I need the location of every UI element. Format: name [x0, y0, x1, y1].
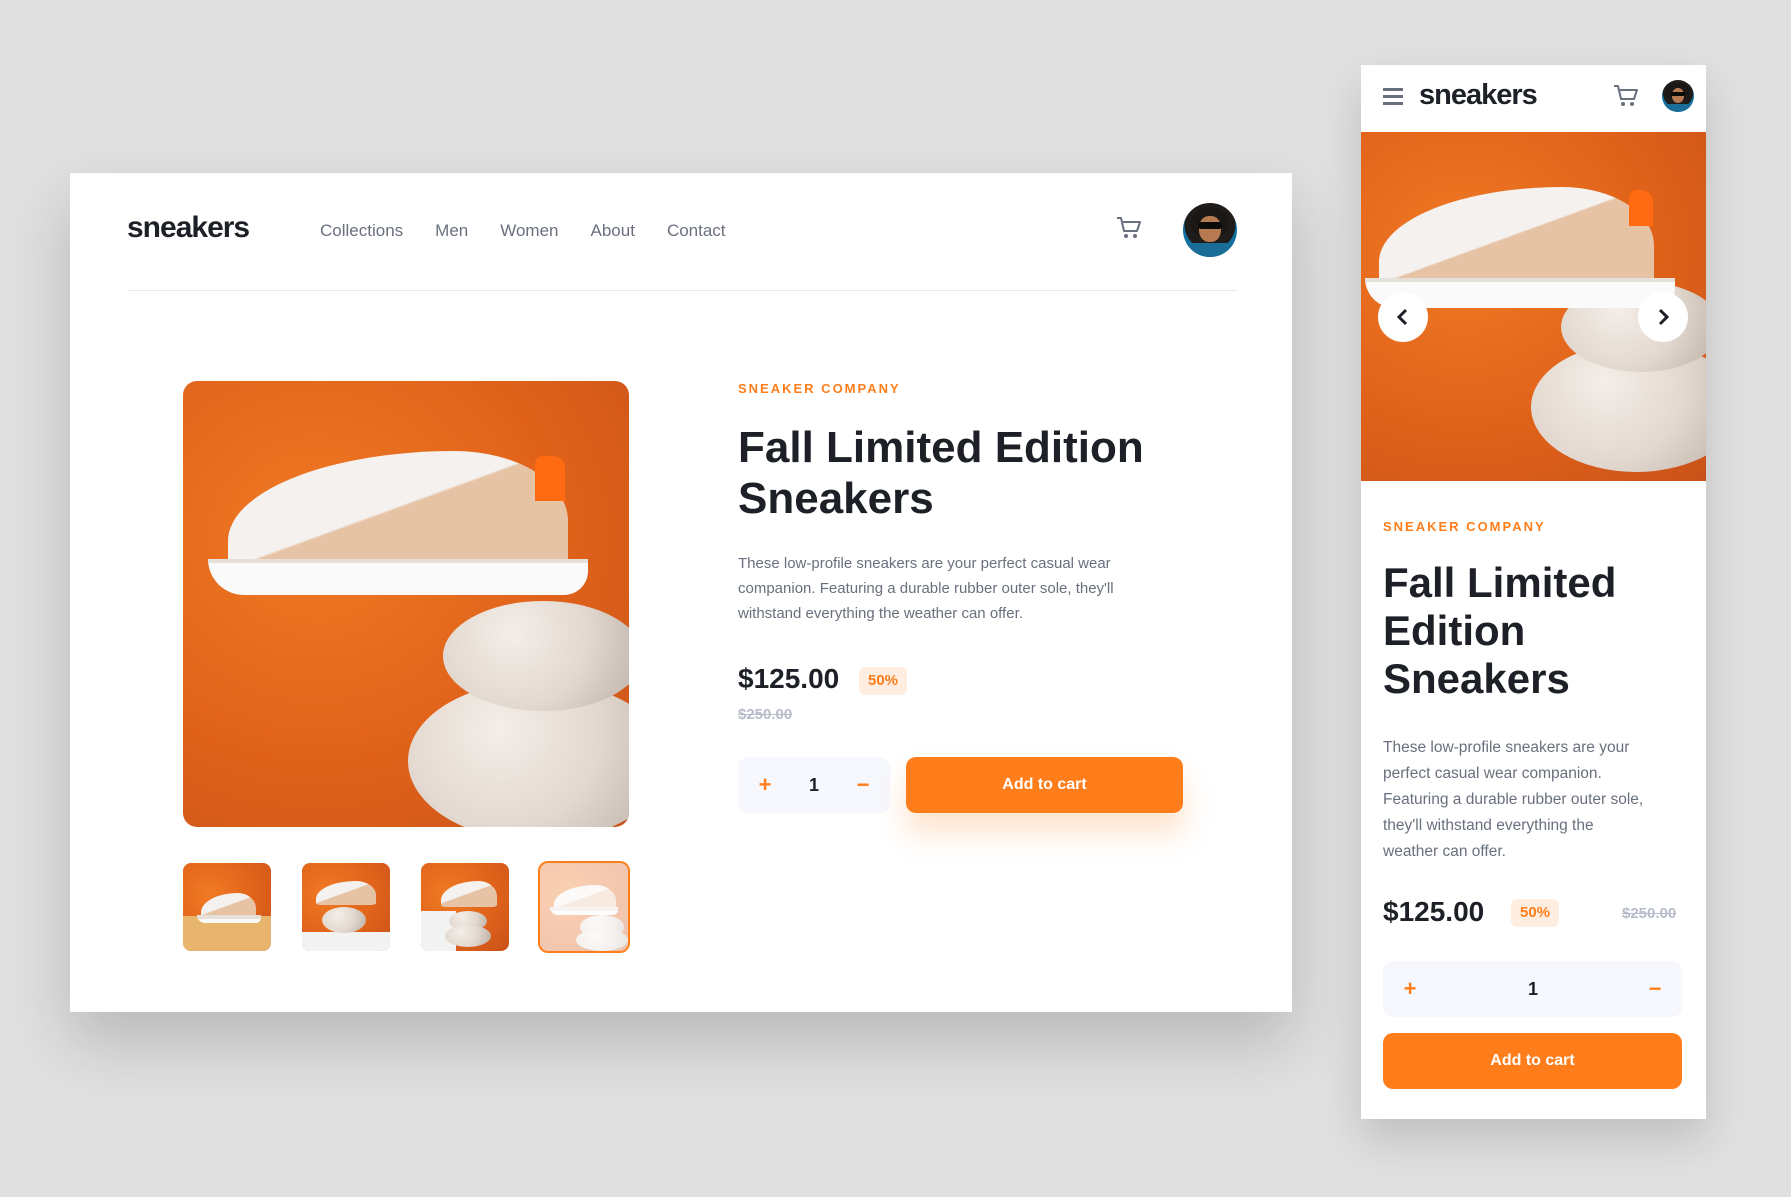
description-line: companion. Featuring a durable rubber ou… — [738, 579, 1114, 597]
shoe-sole — [208, 559, 588, 595]
discount-badge: 50% — [859, 667, 907, 695]
description-line: they'll withstand everything the — [1383, 817, 1594, 834]
stone-small — [443, 601, 629, 711]
thumbnail-1[interactable] — [183, 863, 271, 951]
cart-icon[interactable] — [1613, 84, 1639, 108]
thumbnail-2[interactable] — [302, 863, 390, 951]
site-header: sneakers Collections Men Women About Con… — [127, 173, 1237, 291]
description-line: These low-profile sneakers are your perf… — [738, 555, 1111, 572]
main-nav: Collections Men Women About Contact — [320, 221, 726, 241]
thumbnail-4-active[interactable] — [540, 863, 628, 951]
quantity-value: 1 — [1527, 979, 1538, 999]
product-description: These low-profile sneakers are your perf… — [1383, 735, 1643, 865]
user-avatar[interactable] — [1183, 203, 1237, 257]
nav-link-about[interactable]: About — [591, 221, 635, 241]
add-to-cart-button[interactable]: Add to cart — [906, 757, 1183, 813]
shoe-upper — [228, 451, 568, 571]
product-main-image[interactable] — [183, 381, 629, 827]
chevron-left-icon — [1396, 308, 1408, 326]
product-title-line-1: Fall Limited — [1383, 559, 1617, 606]
chevron-right-icon — [1658, 308, 1670, 326]
original-price: $250.00 — [1622, 905, 1677, 922]
desktop-product-page: sneakers Collections Men Women About Con… — [70, 173, 1292, 1012]
decrease-quantity-button[interactable]: − — [1640, 961, 1670, 1017]
description-line: Featuring a durable rubber outer sole, — [1383, 791, 1644, 808]
product-title-line-2: Sneakers — [738, 473, 934, 523]
original-price: $250.00 — [738, 706, 793, 723]
company-label: SNEAKER COMPANY — [738, 381, 901, 396]
shoe-heel-tab — [1629, 190, 1653, 226]
description-line: weather can offer. — [1383, 843, 1506, 860]
add-to-cart-button[interactable]: Add to cart — [1383, 1033, 1682, 1089]
product-title-line-2: Edition — [1383, 607, 1526, 654]
quantity-stepper: + 1 − — [738, 757, 890, 813]
nav-link-collections[interactable]: Collections — [320, 221, 403, 241]
current-price: $125.00 — [738, 663, 840, 694]
user-avatar[interactable] — [1662, 80, 1694, 112]
nav-link-men[interactable]: Men — [435, 221, 468, 241]
product-description: These low-profile sneakers are your perf… — [738, 552, 1114, 626]
quantity-value: 1 — [808, 775, 819, 795]
increase-quantity-button[interactable]: + — [750, 757, 780, 813]
discount-badge: 50% — [1511, 899, 1559, 927]
nav-link-contact[interactable]: Contact — [667, 221, 726, 241]
description-line: perfect casual wear companion. — [1383, 765, 1602, 782]
next-image-button[interactable] — [1638, 292, 1688, 342]
nav-link-women[interactable]: Women — [500, 221, 558, 241]
quantity-stepper: + 1 − — [1383, 961, 1682, 1017]
product-title: Fall Limited Edition Sneakers — [1383, 559, 1616, 703]
company-label: SNEAKER COMPANY — [1383, 519, 1546, 534]
product-title-line-3: Sneakers — [1383, 655, 1570, 702]
description-line: These low-profile sneakers are your — [1383, 739, 1630, 756]
product-title: Fall Limited Edition Sneakers — [738, 423, 1144, 524]
increase-quantity-button[interactable]: + — [1395, 961, 1425, 1017]
thumbnail-3[interactable] — [421, 863, 509, 951]
hamburger-menu-icon[interactable] — [1383, 88, 1403, 106]
current-price: $125.00 — [1383, 896, 1485, 927]
product-title-line-1: Fall Limited Edition — [738, 423, 1144, 472]
shoe-heel-tab — [535, 456, 565, 501]
site-logo-mobile[interactable]: sneakers — [1419, 79, 1538, 112]
site-logo[interactable]: sneakers — [127, 211, 250, 245]
shoe-upper — [1379, 187, 1654, 287]
previous-image-button[interactable] — [1378, 292, 1428, 342]
mobile-product-page: sneakers SNEAKER COMPANY Fall Limited Ed… — [1361, 65, 1706, 1119]
cart-icon[interactable] — [1116, 216, 1142, 240]
decrease-quantity-button[interactable]: − — [848, 757, 878, 813]
description-line: withstand everything the weather can off… — [738, 604, 1023, 622]
